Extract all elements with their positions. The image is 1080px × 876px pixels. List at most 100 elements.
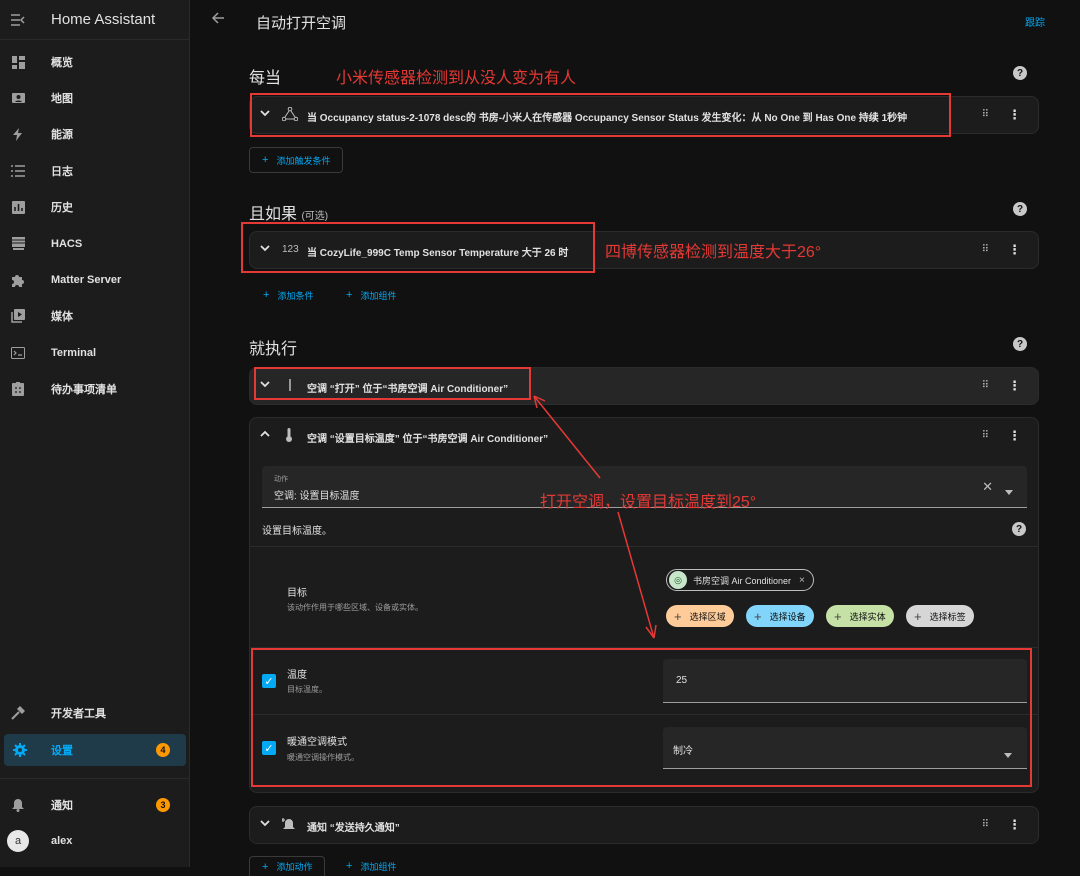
help-icon[interactable]: ? [1013, 202, 1027, 216]
sidebar-item-settings[interactable]: 设置 4 [4, 734, 186, 766]
drag-handle-icon[interactable]: ⠿ [982, 109, 989, 120]
temperature-checkbox[interactable]: ✓ [262, 674, 276, 688]
bell-plus-icon [281, 817, 296, 834]
action-description: 空调 “设置目标温度” 位于“书房空调 Air Conditioner” [307, 434, 549, 445]
map-icon [0, 92, 36, 105]
chevron-down-icon[interactable] [260, 379, 270, 392]
sidebar-item-terminal[interactable]: Terminal [0, 337, 190, 369]
sidebar-item-label: 历史 [51, 202, 73, 214]
then-do-section-title: 就执行 [249, 341, 298, 358]
chevron-up-icon[interactable] [260, 429, 270, 442]
trigger-network-icon [281, 106, 299, 124]
temperature-input[interactable]: 25 [663, 659, 1027, 703]
media-icon [0, 309, 36, 323]
sidebar-item-energy[interactable]: 能源 [0, 118, 190, 150]
sidebar-item-user[interactable]: a alex [0, 825, 190, 857]
add-action-button[interactable]: + 添加动作 [249, 856, 326, 876]
action-description-text: 设置目标温度。 [262, 526, 332, 537]
hacs-icon [0, 237, 36, 251]
sidebar-item-logbook[interactable]: 日志 [0, 155, 190, 187]
puzzle-icon [0, 273, 36, 287]
follow-button[interactable]: 跟踪 [1025, 14, 1045, 29]
sidebar-item-developer-tools[interactable]: 开发者工具 [0, 697, 190, 729]
add-building-block-button[interactable]: + 添加组件 [334, 282, 408, 308]
bell-icon [0, 798, 36, 812]
choose-entity-chip[interactable]: + 选择实体 [826, 605, 894, 627]
dropdown-arrow-icon[interactable] [1005, 482, 1013, 500]
sidebar-item-matter-server[interactable]: Matter Server [0, 264, 190, 296]
chevron-down-icon[interactable] [260, 243, 270, 256]
sidebar-item-overview[interactable]: 概览 [0, 46, 190, 78]
sidebar-item-todo[interactable]: 待办事项清单 [0, 373, 190, 405]
remove-chip-icon[interactable]: × [799, 575, 805, 586]
annotation-text-1: 小米传感器检测到从没人变为有人 [336, 70, 577, 87]
page-title: 自动打开空调 [256, 15, 347, 32]
notifications-badge: 3 [156, 798, 170, 812]
plus-icon: + [834, 608, 842, 624]
temperature-label: 温度 [287, 670, 307, 681]
chevron-down-icon[interactable] [260, 818, 270, 831]
sidebar-item-label: 通知 [51, 800, 73, 812]
temperature-value: 25 [676, 675, 688, 686]
divider [250, 647, 1038, 648]
terminal-icon [0, 347, 36, 359]
back-arrow-icon[interactable] [211, 11, 225, 30]
more-options-icon[interactable]: ⋮ [1008, 817, 1021, 833]
numeric-icon: 123 [282, 244, 299, 255]
sidebar-item-hacs[interactable]: HACS [0, 228, 190, 260]
more-options-icon[interactable]: ⋮ [1008, 107, 1021, 123]
sidebar-item-label: 开发者工具 [51, 708, 106, 720]
sidebar-item-label: 能源 [51, 129, 73, 141]
drag-handle-icon[interactable]: ⠿ [982, 430, 989, 441]
action-row-notify[interactable]: 通知 “发送持久通知” ⠿ ⋮ [249, 806, 1039, 844]
add-condition-button[interactable]: + 添加条件 [251, 282, 325, 308]
dropdown-arrow-icon[interactable] [1004, 745, 1012, 763]
history-icon [0, 200, 36, 214]
add-block-button[interactable]: + 添加组件 [334, 856, 408, 876]
drag-handle-icon[interactable]: ⠿ [982, 380, 989, 391]
action-row-turn-on[interactable]: 空调 “打开” 位于“书房空调 Air Conditioner” ⠿ ⋮ [249, 367, 1039, 405]
target-entity-chip[interactable]: ◎ 书房空调 Air Conditioner × [666, 569, 814, 591]
divider [250, 546, 1038, 547]
trigger-row[interactable]: 当 Occupancy status-2-1078 desc的 书房-小米人在传… [249, 96, 1039, 134]
hvac-mode-label: 暖通空调模式 [287, 737, 347, 748]
sidebar-item-label: 待办事项清单 [51, 384, 117, 396]
sidebar-item-label: 地图 [51, 93, 73, 105]
hvac-mode-select[interactable]: 制冷 [663, 727, 1027, 769]
app-title: Home Assistant [51, 11, 156, 28]
sidebar-item-label: 日志 [51, 166, 73, 178]
sidebar-item-media[interactable]: 媒体 [0, 300, 190, 332]
sidebar-item-history[interactable]: 历史 [0, 191, 190, 223]
chevron-down-icon[interactable] [260, 108, 270, 121]
air-conditioner-icon: ◎ [669, 571, 687, 589]
clear-icon[interactable]: ✕ [982, 479, 993, 495]
choose-area-chip[interactable]: + 选择区域 [666, 605, 734, 627]
sidebar-header: Home Assistant [0, 0, 189, 40]
trigger-description: 当 Occupancy status-2-1078 desc的 书房-小米人在传… [307, 113, 908, 124]
more-options-icon[interactable]: ⋮ [1008, 378, 1021, 394]
action-row-set-temperature[interactable]: 空调 “设置目标温度” 位于“书房空调 Air Conditioner” ⠿ ⋮ [250, 418, 1038, 454]
action-field-value: 空调: 设置目标温度 [274, 491, 360, 502]
annotation-text-2: 四博传感器检测到温度大于26° [605, 244, 822, 261]
hvac-mode-checkbox[interactable]: ✓ [262, 741, 276, 755]
sidebar-item-map[interactable]: 地图 [0, 82, 190, 114]
sidebar-item-label: HACS [51, 238, 83, 250]
more-options-icon[interactable]: ⋮ [1008, 428, 1021, 444]
temperature-sublabel: 目标温度。 [287, 685, 327, 694]
help-icon[interactable]: ? [1013, 66, 1027, 80]
menu-collapse-icon[interactable] [0, 13, 36, 26]
add-trigger-button[interactable]: + 添加触发条件 [249, 147, 344, 173]
help-icon[interactable]: ? [1013, 337, 1027, 351]
sidebar-item-notifications[interactable]: 通知 3 [0, 789, 190, 821]
plus-icon: + [914, 608, 922, 624]
power-line-icon [288, 378, 292, 395]
choose-label-chip[interactable]: + 选择标签 [906, 605, 974, 627]
help-icon[interactable]: ? [1012, 522, 1026, 536]
when-section-title: 每当 [249, 70, 282, 87]
more-options-icon[interactable]: ⋮ [1008, 242, 1021, 258]
choose-device-chip[interactable]: + 选择设备 [746, 605, 814, 627]
sidebar-item-label: Terminal [51, 347, 97, 359]
drag-handle-icon[interactable]: ⠿ [982, 819, 989, 830]
drag-handle-icon[interactable]: ⠿ [982, 244, 989, 255]
sidebar-item-label: 设置 [51, 745, 73, 757]
